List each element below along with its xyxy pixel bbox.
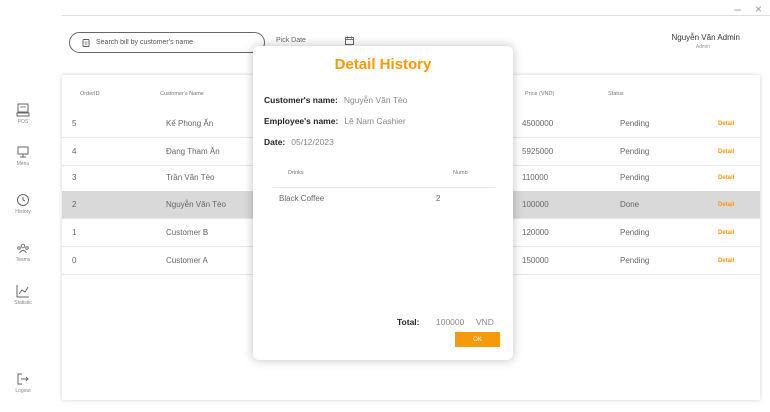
sidebar-item-label: History: [15, 209, 31, 215]
price: 100000: [522, 200, 549, 209]
price: 5925000: [522, 147, 554, 156]
detail-link[interactable]: Detail: [718, 175, 734, 181]
column-header-customer: Customer's Name: [160, 91, 204, 97]
price: 120000: [522, 228, 549, 237]
sidebar-item-pos[interactable]: POS: [0, 103, 46, 125]
sidebar-item-label: POS: [17, 119, 29, 125]
order-id: 2: [72, 200, 77, 209]
customer-name: Customer A: [166, 256, 208, 265]
drinks-divider: [273, 187, 495, 188]
user-role: Admin: [695, 44, 710, 50]
menu-icon: [17, 146, 29, 158]
customer-name: Customer B: [166, 228, 209, 237]
document-icon: [82, 38, 90, 47]
employee-row: Employee's name: Lê Nam Cashier: [264, 116, 406, 126]
detail-link[interactable]: Detail: [718, 230, 734, 236]
column-header-status: Status: [608, 91, 624, 97]
detail-link[interactable]: Detail: [718, 149, 734, 155]
modal-title: Detail History: [334, 56, 432, 73]
drink-quantity: 2: [436, 194, 441, 203]
sidebar-item-history[interactable]: History: [0, 193, 46, 215]
customer-label: Customer's name:: [264, 95, 338, 105]
customer-name: Kế Phong Ấn: [166, 119, 214, 128]
customer-value: Nguyễn Văn Tèo: [343, 95, 408, 105]
status: Done: [620, 200, 640, 209]
employee-value: Lê Nam Cashier: [344, 116, 406, 126]
pick-date-field[interactable]: Pick Date: [276, 37, 306, 44]
total-unit: VND: [476, 317, 494, 327]
teams-icon: [17, 243, 29, 254]
status: Pending: [620, 228, 650, 237]
statistic-icon: [16, 285, 29, 298]
window-controls: – ×: [734, 2, 762, 16]
order-id: 4: [72, 147, 77, 156]
numb-column-header: Numb: [453, 170, 468, 176]
order-id: 5: [72, 119, 77, 128]
minimize-button[interactable]: –: [734, 2, 741, 16]
status: Pending: [620, 119, 650, 128]
sidebar-item-label: Logout: [15, 388, 31, 394]
calendar-icon[interactable]: [345, 36, 354, 45]
date-label: Date:: [264, 137, 286, 147]
ok-button[interactable]: OK: [455, 332, 500, 347]
price: 4500000: [522, 119, 554, 128]
date-value: 05/12/2023: [291, 137, 334, 147]
sidebar-item-label: Menu: [16, 161, 30, 167]
drink-name: Black Coffee: [279, 194, 325, 203]
date-row: Date: 05/12/2023: [264, 137, 334, 147]
order-id: 0: [72, 256, 77, 265]
search-bar[interactable]: [69, 32, 265, 53]
order-id: 3: [72, 173, 77, 182]
column-header-orderid: OrderID: [80, 91, 100, 97]
logout-icon: [17, 373, 29, 385]
header-divider: [62, 15, 770, 16]
close-button[interactable]: ×: [755, 2, 762, 16]
user-name: Nguyễn Văn Admin: [671, 33, 741, 42]
employee-label: Employee's name:: [264, 116, 339, 126]
price: 110000: [522, 173, 549, 182]
customer-name: Trần Văn Tèo: [166, 173, 215, 182]
pos-icon: [16, 103, 30, 117]
column-header-price: Price (VND): [525, 91, 555, 97]
drinks-column-header: Drinks: [288, 170, 304, 176]
sidebar-item-logout[interactable]: Logout: [0, 372, 46, 394]
detail-history-modal: Detail History Customer's name: Nguyễn Vă…: [253, 46, 513, 360]
sidebar: POS Menu History Teams Statistic Logout: [0, 0, 62, 412]
modal-panel: [253, 46, 513, 360]
search-input[interactable]: [96, 39, 246, 46]
status: Pending: [620, 256, 650, 265]
status: Pending: [620, 147, 650, 156]
sidebar-item-teams[interactable]: Teams: [0, 241, 46, 263]
customer-name: Đang Tham Ăn: [166, 147, 220, 156]
sidebar-item-menu[interactable]: Menu: [0, 145, 46, 167]
detail-link[interactable]: Detail: [718, 258, 734, 264]
customer-row: Customer's name: Nguyễn Văn Tèo: [264, 95, 407, 105]
price: 150000: [522, 256, 549, 265]
total-value: 100000: [436, 317, 465, 327]
detail-link[interactable]: Detail: [718, 202, 734, 208]
detail-link[interactable]: Detail: [718, 121, 734, 127]
order-id: 1: [72, 228, 77, 237]
sidebar-item-label: Statistic: [14, 300, 32, 306]
sidebar-item-label: Teams: [15, 257, 31, 263]
total-label: Total:: [397, 317, 420, 327]
customer-name: Nguyễn Văn Tèo: [166, 200, 226, 209]
status: Pending: [620, 173, 650, 182]
history-icon: [17, 194, 29, 206]
sidebar-item-statistic[interactable]: Statistic: [0, 284, 46, 306]
